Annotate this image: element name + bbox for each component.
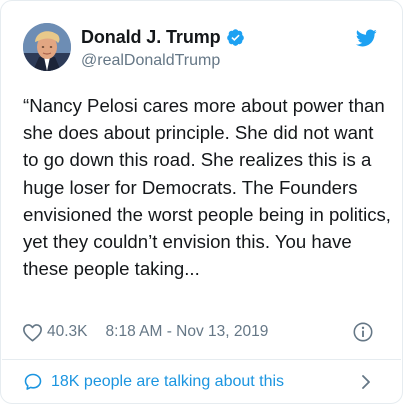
avatar-portrait [23, 23, 71, 71]
like-count[interactable]: 40.3K [47, 323, 88, 341]
tweet-card: Donald J. Trump @realDonaldTrump “Nancy … [0, 0, 403, 404]
author-handle[interactable]: @realDonaldTrump [81, 52, 245, 70]
verified-badge-icon [226, 28, 244, 46]
info-icon[interactable] [352, 321, 374, 343]
avatar[interactable] [23, 23, 71, 71]
conversation-label: 18K people are talking about this [51, 373, 285, 390]
author-names: Donald J. Trump @realDonaldTrump [81, 26, 245, 70]
conversation-link[interactable]: 18K people are talking about this [23, 368, 384, 396]
tweet-timestamp[interactable]: 8:18 AM - Nov 13, 2019 [106, 323, 269, 341]
tweet-header: Donald J. Trump @realDonaldTrump [23, 23, 384, 75]
chevron-right-icon [362, 375, 370, 389]
display-name-row: Donald J. Trump [81, 26, 245, 48]
tweet-text: “Nancy Pelosi cares more about power tha… [23, 95, 397, 280]
speech-bubble-icon [24, 373, 42, 390]
author-display-name[interactable]: Donald J. Trump [81, 27, 221, 48]
tweet-meta: 40.3K 8:18 AM - Nov 13, 2019 [22, 319, 384, 345]
divider [2, 359, 401, 360]
heart-icon[interactable] [22, 323, 43, 342]
twitter-bird-icon[interactable] [354, 27, 378, 49]
